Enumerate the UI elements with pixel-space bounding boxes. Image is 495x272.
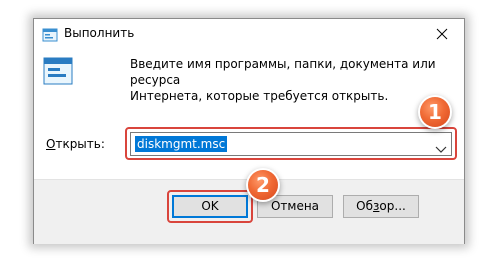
browse-label-pre: Об bbox=[356, 199, 374, 213]
close-button[interactable] bbox=[420, 19, 464, 49]
open-label: Открыть: bbox=[46, 137, 105, 151]
instruction-line-1: Введите имя программы, папки, документа … bbox=[130, 57, 436, 87]
step-badge-1: 1 bbox=[420, 97, 450, 127]
run-dialog: Выполнить Введите имя программы, папки, … bbox=[33, 18, 465, 244]
open-label-rest: ткрыть: bbox=[55, 137, 105, 151]
annotation-highlight-ok bbox=[167, 190, 253, 223]
step-badge-2: 2 bbox=[248, 170, 278, 200]
run-icon bbox=[42, 27, 58, 42]
browse-label-post: ор... bbox=[379, 199, 406, 213]
instruction-text: Введите имя программы, папки, документа … bbox=[130, 56, 455, 104]
browse-button[interactable]: Обзор... bbox=[343, 195, 419, 218]
instruction-line-2: Интернета, которые требуется открыть. bbox=[130, 89, 389, 103]
title-bar: Выполнить bbox=[34, 19, 464, 49]
window-title: Выполнить bbox=[64, 26, 135, 40]
close-icon bbox=[436, 25, 448, 44]
annotation-highlight-input bbox=[125, 127, 457, 160]
run-program-icon bbox=[42, 55, 74, 87]
